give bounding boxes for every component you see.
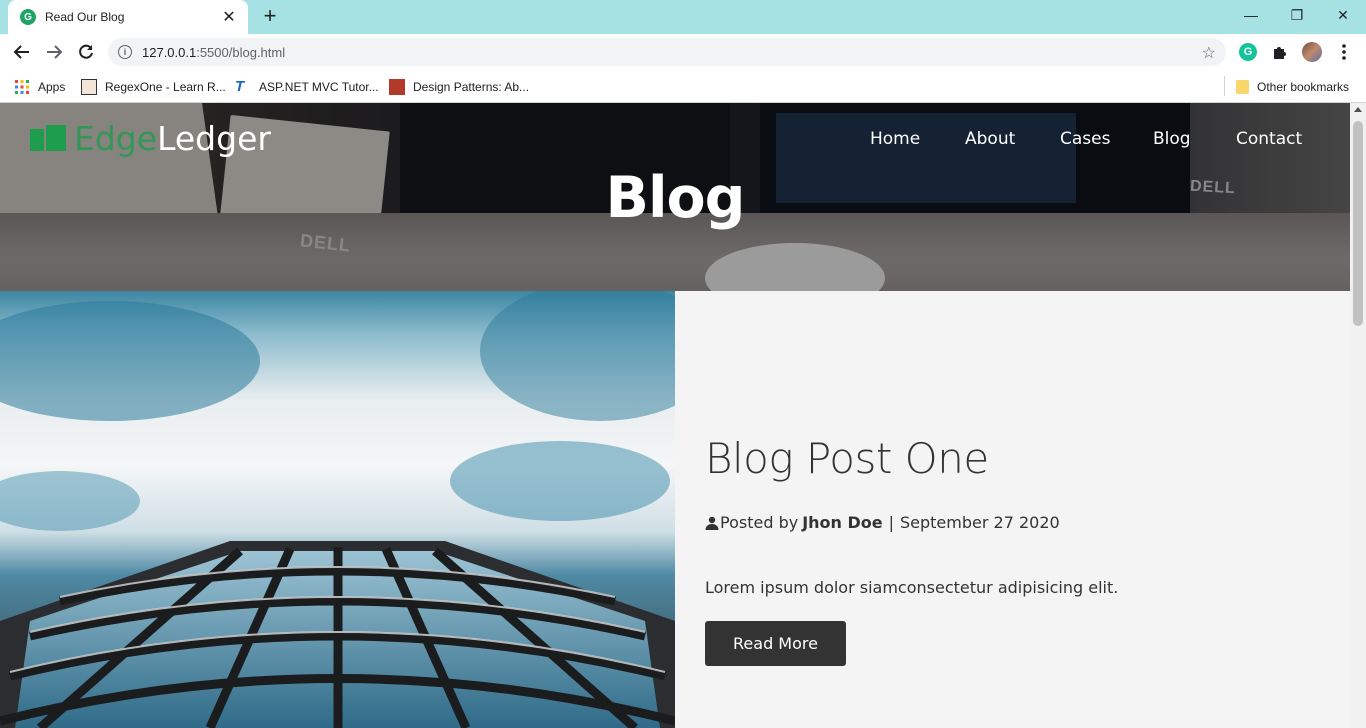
forward-arrow-icon (47, 45, 63, 59)
logo-mark-icon (30, 124, 66, 153)
post-meta: Posted by Jhon Doe | September 27 2020 (705, 513, 1060, 532)
site-logo[interactable]: Edge Ledger (30, 119, 271, 158)
browser-tabstrip: G Read Our Blog ✕ + — ❐ ✕ (0, 0, 1366, 34)
post-author: Jhon Doe (802, 513, 883, 532)
logo-ledger-text: Ledger (157, 119, 271, 158)
bookmark-star-icon[interactable]: ☆ (1202, 43, 1216, 63)
bookmark-design-patterns[interactable]: Design Patterns: Ab... (389, 77, 529, 97)
bookmark-apps[interactable]: Apps (14, 77, 65, 97)
nav-blog[interactable]: Blog (1153, 129, 1191, 149)
browser-menu-icon[interactable] (1334, 42, 1354, 62)
other-bookmarks-label: Other bookmarks (1257, 80, 1350, 94)
reload-icon (79, 44, 93, 59)
browser-toolbar: i 127.0.0.1:5500/blog.html ☆ G (0, 34, 1366, 70)
design-patterns-favicon-icon (389, 79, 405, 95)
grammarly-favicon-icon: G (20, 9, 36, 25)
post-content: Blog Post One Posted by Jhon Doe | Septe… (675, 291, 1350, 728)
tutorialsteacher-favicon-icon: T (235, 78, 245, 95)
nav-about[interactable]: About (965, 129, 1015, 149)
post-title: Blog Post One (705, 434, 989, 483)
grammarly-extension-icon[interactable]: G (1238, 42, 1258, 62)
reload-button[interactable] (74, 40, 98, 64)
user-icon (705, 516, 719, 530)
nav-home[interactable]: Home (870, 129, 920, 149)
bookmark-aspnet[interactable]: T ASP.NET MVC Tutor... (235, 77, 379, 97)
post-date: September 27 2020 (900, 513, 1060, 532)
site-info-icon[interactable]: i (118, 45, 132, 59)
bookmark-label: ASP.NET MVC Tutor... (259, 80, 379, 94)
url-host: 127.0.0.1 (142, 44, 197, 60)
browser-tab-active[interactable]: G Read Our Blog ✕ (8, 0, 248, 34)
building-facade-illustration (0, 291, 675, 728)
post-image (0, 291, 675, 728)
url-text: 127.0.0.1:5500/blog.html (142, 45, 285, 60)
page-title: Blog (605, 165, 746, 231)
posted-by-label: Posted by (720, 513, 799, 532)
bookmark-label: RegexOne - Learn R... (105, 80, 226, 94)
page-scrollbar[interactable] (1350, 103, 1366, 728)
back-arrow-icon (13, 45, 29, 59)
post-excerpt: Lorem ipsum dolor siamconsectetur adipis… (705, 578, 1119, 597)
url-path: :5500/blog.html (196, 44, 286, 60)
meta-separator: | (888, 513, 894, 532)
restore-button[interactable]: ❐ (1274, 0, 1320, 30)
bookmarks-bar: Apps RegexOne - Learn R... T ASP.NET MVC… (0, 70, 1366, 103)
logo-edge-text: Edge (74, 119, 158, 158)
forward-button[interactable] (42, 40, 66, 64)
close-window-button[interactable]: ✕ (1320, 0, 1366, 30)
bookmark-label: Apps (38, 80, 66, 94)
tab-title: Read Our Blog (45, 10, 125, 24)
scroll-up-arrow-icon[interactable] (1354, 107, 1362, 112)
bookmarks-divider (1224, 76, 1225, 96)
folder-icon (1236, 80, 1249, 94)
extensions-puzzle-icon[interactable] (1270, 42, 1290, 62)
new-tab-button[interactable]: + (258, 5, 282, 29)
minimize-button[interactable]: — (1228, 0, 1274, 30)
tab-close-icon[interactable]: ✕ (220, 7, 238, 27)
hero-header: DELL DELL Edge Ledger Home About Cases Bl… (0, 103, 1350, 291)
apps-grid-icon (15, 80, 29, 94)
nav-cases[interactable]: Cases (1060, 129, 1110, 149)
other-bookmarks[interactable]: Other bookmarks (1236, 77, 1349, 97)
bookmark-regexone[interactable]: RegexOne - Learn R... (81, 77, 226, 97)
profile-avatar[interactable] (1302, 42, 1322, 62)
address-bar[interactable]: i 127.0.0.1:5500/blog.html ☆ (108, 38, 1226, 66)
regexone-favicon-icon (81, 79, 97, 95)
web-page: DELL DELL Edge Ledger Home About Cases Bl… (0, 103, 1350, 728)
bookmark-label: Design Patterns: Ab... (413, 80, 530, 94)
scrollbar-thumb[interactable] (1353, 121, 1363, 326)
read-more-button[interactable]: Read More (705, 621, 846, 666)
nav-contact[interactable]: Contact (1236, 129, 1302, 149)
back-button[interactable] (10, 40, 34, 64)
